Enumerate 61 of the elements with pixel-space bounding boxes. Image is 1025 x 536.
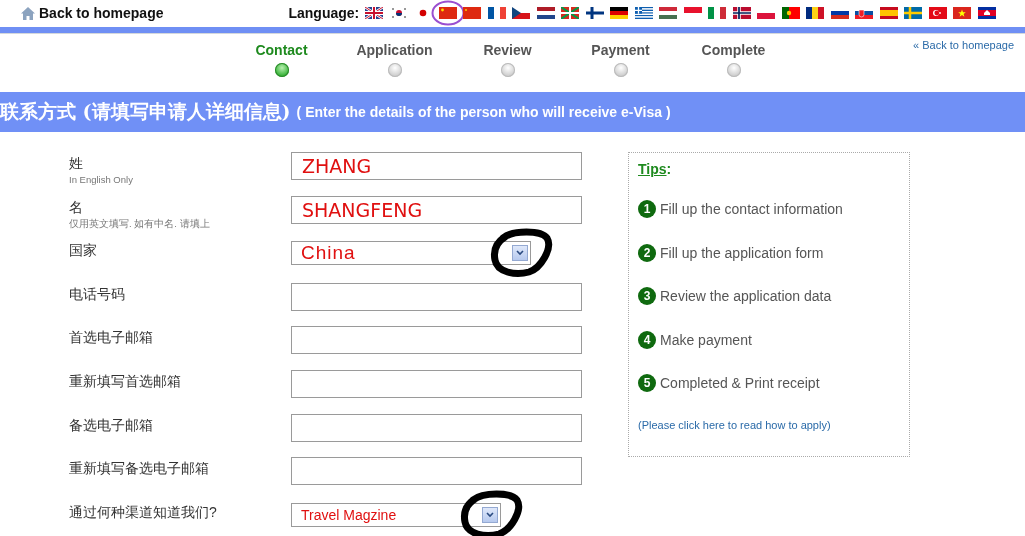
field-label: 国家 — [69, 241, 98, 260]
flag-icon[interactable] — [806, 7, 825, 19]
step-label: Contact — [255, 42, 308, 58]
tip-text: Fill up the application form — [660, 244, 824, 261]
step-label: Review — [483, 42, 532, 58]
flag-icon[interactable] — [610, 7, 629, 19]
flag-icon[interactable] — [512, 7, 531, 19]
flag-icon[interactable] — [561, 7, 580, 19]
tips-title[interactable]: Tips — [638, 161, 667, 177]
step-label: Payment — [591, 42, 650, 58]
language-label: Language: — [288, 5, 360, 21]
flag-icon[interactable] — [536, 7, 555, 19]
text-field[interactable] — [291, 369, 582, 398]
flag-icon[interactable] — [855, 7, 874, 19]
tip-text: Completed & Print receipt — [660, 375, 820, 391]
flag-icon[interactable] — [487, 7, 506, 19]
text-field[interactable]: ZHANG — [291, 152, 582, 180]
text-field[interactable] — [291, 457, 582, 486]
field-label: 通过何种渠道知道我们? — [69, 502, 218, 521]
field-hint: In English Only — [69, 174, 134, 185]
text-field[interactable]: SHANGFENG — [291, 195, 582, 224]
field-label: 重新填写首选邮箱 — [69, 371, 182, 390]
tips-colon: : — [666, 161, 672, 177]
flag-icon[interactable] — [879, 7, 898, 19]
tip-text: Review the application data — [660, 288, 832, 304]
flag-icon[interactable] — [977, 7, 996, 19]
back-link[interactable]: « Back to homepage — [913, 39, 1014, 51]
home-icon[interactable] — [21, 6, 35, 20]
flag-icon[interactable] — [585, 7, 604, 19]
step-label: Complete — [701, 42, 766, 58]
flag-icon[interactable] — [634, 7, 653, 19]
text-field[interactable] — [291, 413, 582, 442]
tip-text: Make payment — [660, 331, 752, 348]
dropdown[interactable]: China — [291, 241, 531, 266]
field-label: 名 — [69, 197, 84, 216]
field-label: 姓 — [69, 154, 84, 172]
step-number-icon: 4 — [638, 330, 656, 349]
section-subtitle: ( Enter the details of the person who will receive e-Visa ) — [296, 104, 671, 120]
home-link[interactable]: Back to homepage — [39, 5, 164, 21]
step-number-icon: 3 — [638, 287, 656, 305]
step-number-icon: 2 — [638, 243, 656, 262]
tip-text: Fill up the contact information — [660, 201, 843, 217]
chevron-down-icon — [512, 245, 528, 262]
text-field[interactable] — [291, 282, 582, 311]
field-label: 重新填写备选电子邮箱 — [69, 459, 210, 478]
dropdown[interactable]: Travel Magzine — [291, 502, 501, 527]
flag-icon[interactable] — [732, 7, 751, 19]
flag-icon[interactable] — [389, 7, 408, 19]
step-label: Application — [356, 42, 433, 58]
step-number-icon: 5 — [638, 374, 656, 392]
field-label: 首选电子邮箱 — [69, 328, 154, 347]
flag-icon[interactable] — [781, 7, 800, 19]
field-label: 电话号码 — [69, 284, 126, 303]
flag-icon[interactable] — [365, 7, 384, 19]
chevron-down-icon — [482, 506, 498, 523]
text-field[interactable] — [291, 326, 582, 355]
field-hint: 仅用英文填写. 如有中名. 请填上 — [69, 217, 211, 231]
field-label: 备选电子邮箱 — [69, 415, 154, 434]
how-to-apply-link[interactable]: (Please click here to read how to apply) — [638, 419, 900, 431]
step-number-icon: 1 — [638, 200, 656, 218]
section-title: 联系方式 (请填写申请人详细信息) — [0, 99, 291, 124]
